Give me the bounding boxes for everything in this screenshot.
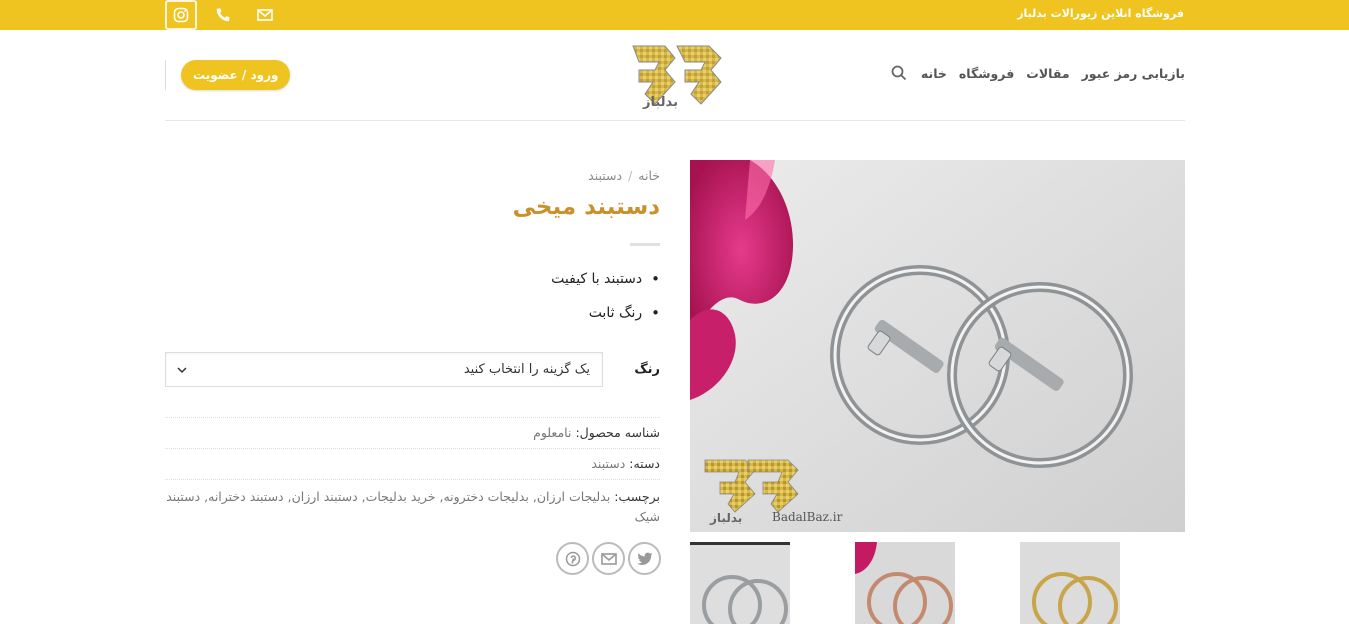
login-register-button[interactable]: ورود / عضویت — [181, 60, 291, 90]
nav-item-shop[interactable]: فروشگاه — [959, 66, 1014, 81]
thumbnail-silver[interactable] — [690, 542, 790, 624]
mail-icon[interactable] — [249, 0, 281, 30]
breadcrumb: خانه / دستبند — [588, 168, 660, 183]
nav-item-password-recovery[interactable]: بازیابی رمز عبور — [1082, 66, 1185, 81]
nav-item-home[interactable]: خانه — [921, 66, 947, 81]
category-link[interactable]: دستبند — [591, 456, 625, 471]
feature-item: دستبند با کیفیت — [551, 262, 660, 296]
main-navigation: خانه فروشگاه مقالات بازیابی رمز عبور — [879, 63, 1185, 83]
product-tags: برچسب: بدلیجات ارزان, بدلیجات دخترونه, خ… — [165, 479, 660, 527]
sku-value: نامعلوم — [533, 425, 572, 440]
site-header: ورود / عضویت بدلباز خانه فروشگاه مقالات … — [165, 30, 1185, 121]
topbar-social-icons — [165, 0, 291, 30]
breadcrumb-category[interactable]: دستبند — [588, 168, 622, 183]
instagram-icon[interactable] — [165, 0, 197, 30]
product-title: دستبند میخی — [512, 194, 660, 220]
watermark-url: BadalBaz.ir — [772, 510, 843, 524]
pinterest-icon[interactable] — [556, 542, 589, 575]
product-sku: شناسه محصول: نامعلوم — [165, 417, 660, 448]
category-label: دسته: — [629, 456, 660, 471]
share-buttons — [553, 542, 661, 575]
search-icon[interactable] — [889, 63, 909, 83]
logo-text: بدلباز — [642, 95, 678, 110]
feature-item: رنگ ثابت — [551, 296, 660, 330]
site-tagline: فروشگاه انلاین زیورالات بدلباز — [1017, 7, 1184, 20]
product-features: دستبند با کیفیت رنگ ثابت — [551, 262, 660, 330]
nav-item-articles[interactable]: مقالات — [1026, 66, 1069, 81]
product-category: دسته: دستبند — [165, 448, 660, 479]
chevron-down-icon — [177, 367, 187, 374]
color-select-value: یک گزینه را انتخاب کنید — [463, 362, 590, 377]
phone-icon[interactable] — [207, 0, 239, 30]
site-logo[interactable]: بدلباز — [625, 40, 729, 110]
watermark-logo-text: بدلباز — [709, 511, 742, 525]
product-main-image[interactable]: بدلباز BadalBaz.ir — [690, 160, 1185, 532]
twitter-icon[interactable] — [628, 542, 661, 575]
top-bar: فروشگاه انلاین زیورالات بدلباز — [0, 0, 1349, 30]
breadcrumb-separator: / — [628, 168, 633, 183]
header-divider — [165, 60, 166, 90]
tags-links[interactable]: بدلیجات ارزان, بدلیجات دخترونه, خرید بدل… — [166, 489, 660, 524]
thumbnail-rose-gold[interactable] — [855, 542, 955, 624]
title-divider — [630, 243, 660, 246]
color-select[interactable]: یک گزینه را انتخاب کنید — [165, 352, 603, 387]
thumbnail-gold[interactable] — [1020, 542, 1120, 624]
color-label: رنگ — [634, 362, 660, 377]
sku-label: شناسه محصول: — [575, 425, 660, 440]
email-icon[interactable] — [592, 542, 625, 575]
tags-label: برچسب: — [614, 489, 660, 504]
breadcrumb-home[interactable]: خانه — [638, 168, 660, 183]
